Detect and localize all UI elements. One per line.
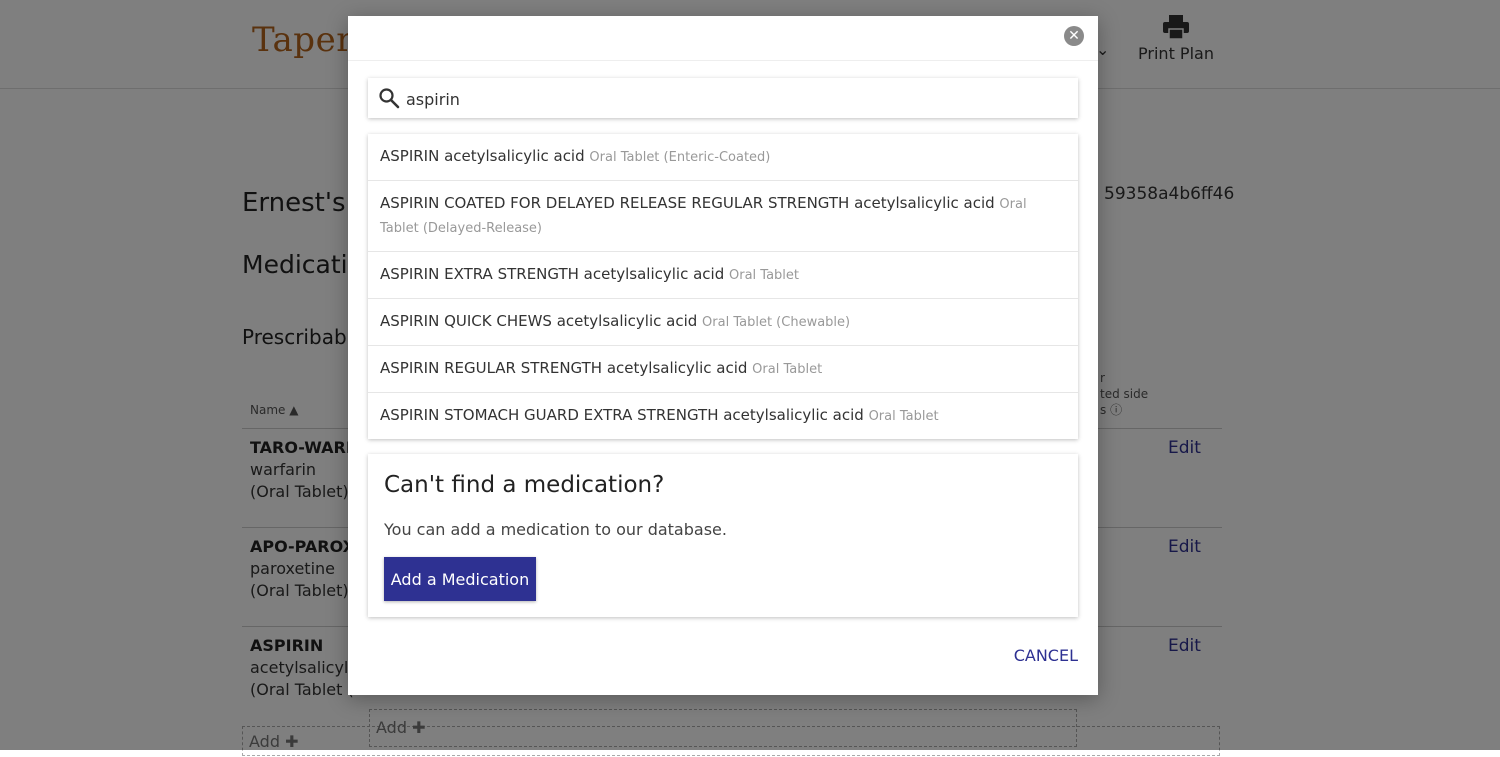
result-name: ASPIRIN acetylsalicylic acid — [380, 147, 585, 165]
search-result-item[interactable]: ASPIRIN COATED FOR DELAYED RELEASE REGUL… — [368, 181, 1078, 252]
search-box — [368, 78, 1078, 118]
search-result-item[interactable]: ASPIRIN REGULAR STRENGTH acetylsalicylic… — [368, 346, 1078, 393]
result-form: Oral Tablet — [729, 268, 800, 283]
result-name: ASPIRIN REGULAR STRENGTH acetylsalicylic… — [380, 359, 748, 377]
result-name: ASPIRIN COATED FOR DELAYED RELEASE REGUL… — [380, 194, 995, 212]
result-form: Oral Tablet (Enteric-Coated) — [589, 150, 771, 165]
search-input[interactable] — [404, 84, 1068, 114]
search-icon — [379, 88, 400, 109]
search-result-item[interactable]: ASPIRIN STOMACH GUARD EXTRA STRENGTH ace… — [368, 393, 1078, 439]
cant-find-heading: Can't find a medication? — [384, 472, 665, 498]
modal-header: ✕ — [348, 16, 1098, 61]
result-name: ASPIRIN STOMACH GUARD EXTRA STRENGTH ace… — [380, 406, 864, 424]
search-result-item[interactable]: ASPIRIN QUICK CHEWS acetylsalicylic acid… — [368, 299, 1078, 346]
close-icon[interactable]: ✕ — [1064, 26, 1084, 46]
search-results-list: ASPIRIN acetylsalicylic acid Oral Tablet… — [368, 134, 1078, 439]
result-form: Oral Tablet (Chewable) — [702, 315, 851, 330]
search-result-item[interactable]: ASPIRIN EXTRA STRENGTH acetylsalicylic a… — [368, 252, 1078, 299]
result-form: Oral Tablet — [752, 362, 823, 377]
result-name: ASPIRIN QUICK CHEWS acetylsalicylic acid — [380, 312, 698, 330]
result-name: ASPIRIN EXTRA STRENGTH acetylsalicylic a… — [380, 265, 725, 283]
cant-find-text: You can add a medication to our database… — [384, 520, 727, 539]
add-medication-button[interactable]: Add a Medication — [384, 557, 536, 601]
medication-search-modal: ✕ ASPIRIN acetylsalicylic acid Oral Tabl… — [348, 16, 1098, 695]
search-result-item[interactable]: ASPIRIN acetylsalicylic acid Oral Tablet… — [368, 134, 1078, 181]
cancel-button[interactable]: CANCEL — [988, 642, 1088, 668]
cant-find-card: Can't find a medication? You can add a m… — [368, 454, 1078, 617]
result-form: Oral Tablet — [868, 409, 939, 424]
